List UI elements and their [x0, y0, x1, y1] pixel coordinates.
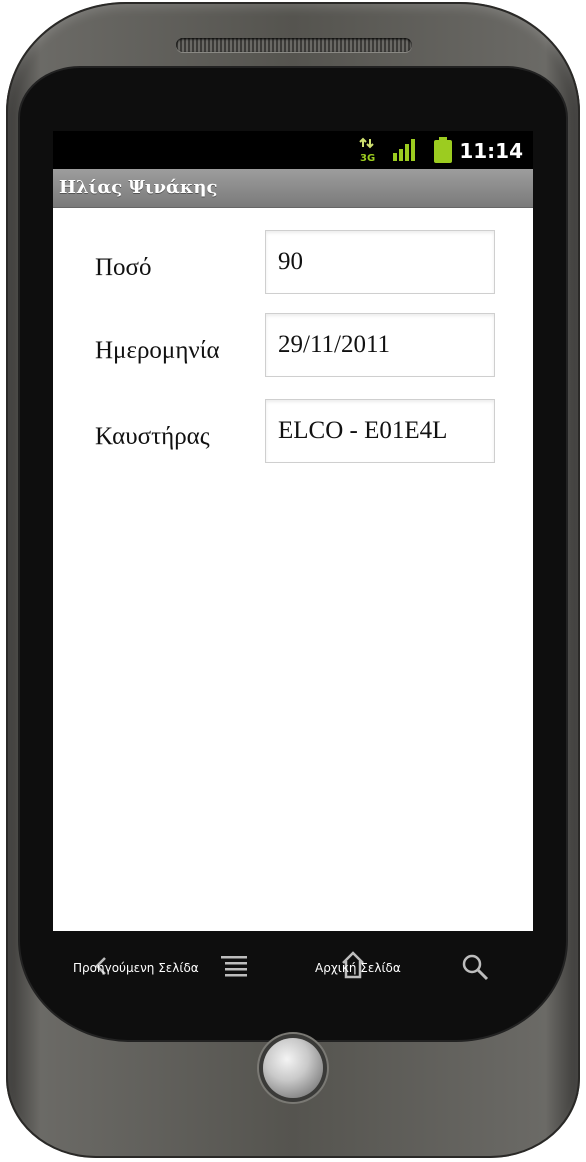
network-type-label: 3G [360, 153, 375, 163]
speaker-grille [176, 38, 412, 52]
burner-field[interactable]: ELCO - E01E4L [265, 399, 495, 463]
hardware-nav-bar: Προηγούμενη Σελίδα Αρχική Σελίδα [53, 931, 533, 1001]
trackball-button[interactable] [263, 1038, 323, 1098]
burner-label: Καυστήρας [95, 423, 210, 450]
amount-label: Ποσό [95, 254, 152, 281]
back-button-label[interactable]: Προηγούμενη Σελίδα [73, 961, 199, 975]
amount-field[interactable]: 90 [265, 230, 495, 294]
battery-icon [434, 137, 452, 163]
page-title: Ηλίας Ψινάκης [59, 177, 218, 198]
data-arrows-icon: 3G [359, 137, 375, 163]
device-screen: 3G 11:14 Ηλίας Ψινάκης Ποσό 90 Ημερομηνί… [53, 131, 533, 931]
status-bar: 3G 11:14 [53, 131, 533, 169]
menu-icon[interactable] [221, 955, 247, 979]
home-button-label[interactable]: Αρχική Σελίδα [315, 961, 401, 975]
title-bar: Ηλίας Ψινάκης [53, 169, 533, 208]
date-field[interactable]: 29/11/2011 [265, 313, 495, 377]
signal-bars-icon [393, 139, 415, 161]
form-row-date: Ημερομηνία 29/11/2011 [53, 313, 533, 379]
status-time: 11:14 [459, 139, 523, 163]
date-label: Ημερομηνία [95, 337, 220, 364]
form-row-burner: Καυστήρας ELCO - E01E4L [53, 399, 533, 465]
search-icon[interactable] [461, 953, 489, 981]
form-row-amount: Ποσό 90 [53, 230, 533, 296]
